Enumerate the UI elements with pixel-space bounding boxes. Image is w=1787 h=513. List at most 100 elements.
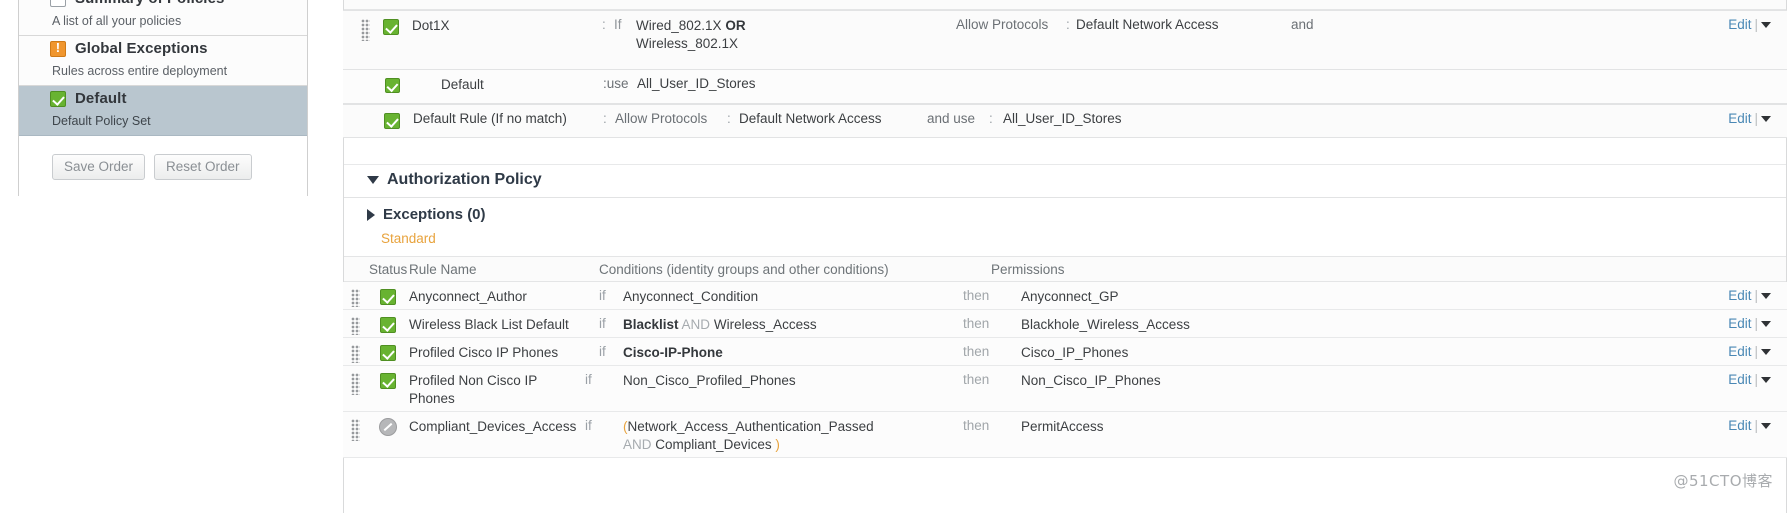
column-header-permissions: Permissions bbox=[991, 262, 1065, 277]
table-row[interactable]: Profiled Cisco IP Phones if Cisco-IP-Pho… bbox=[343, 338, 1787, 366]
then-label: then bbox=[963, 418, 990, 433]
table-row[interactable]: Wireless Black List Default if Blacklist… bbox=[343, 310, 1787, 338]
chevron-down-icon[interactable] bbox=[1761, 377, 1771, 383]
edit-link[interactable]: Edit bbox=[1728, 288, 1751, 303]
authorization-policy-header[interactable]: Authorization Policy bbox=[343, 164, 1787, 198]
enabled-check-icon[interactable] bbox=[380, 289, 396, 305]
allow-protocols-label: Allow Protocols bbox=[615, 111, 708, 126]
allow-protocols-value[interactable]: Default Network Access bbox=[1076, 11, 1291, 38]
enabled-check-icon[interactable] bbox=[380, 345, 396, 361]
then-label: then bbox=[963, 344, 990, 359]
table-row[interactable]: Profiled Non Cisco IP Phones if Non_Cisc… bbox=[343, 366, 1787, 412]
if-label: if bbox=[599, 288, 606, 303]
edit-link[interactable]: Edit bbox=[1728, 17, 1751, 32]
chevron-down-icon[interactable] bbox=[1761, 22, 1771, 28]
warning-icon[interactable] bbox=[50, 40, 66, 57]
column-header-status: Status bbox=[369, 262, 408, 277]
enabled-check-icon[interactable] bbox=[50, 90, 66, 107]
rule-name: Anyconnect_Author bbox=[409, 289, 527, 304]
triangle-right-icon[interactable] bbox=[367, 208, 375, 221]
condition-text: Wireless_Access bbox=[713, 317, 817, 332]
enabled-check-icon[interactable] bbox=[384, 113, 400, 129]
rule-condition[interactable]: Anyconnect_Condition bbox=[623, 282, 963, 309]
chevron-down-icon[interactable] bbox=[1761, 293, 1771, 299]
permission-value[interactable]: Non_Cisco_IP_Phones bbox=[1021, 366, 1787, 411]
condition-paren-close: ) bbox=[775, 437, 780, 452]
if-label: if bbox=[585, 418, 592, 433]
sidebar-item-default[interactable]: Default Default Policy Set bbox=[19, 86, 307, 136]
edit-link[interactable]: Edit bbox=[1728, 111, 1751, 126]
auth-rule-row-dot1x[interactable]: Dot1X : If Wired_802.1X OR Wireless_802.… bbox=[343, 10, 1787, 70]
order-button-group: Save Order Reset Order bbox=[19, 136, 307, 196]
allow-protocols-value[interactable]: Default Network Access bbox=[739, 105, 927, 132]
rule-status[interactable] bbox=[371, 105, 413, 129]
rule-status[interactable] bbox=[367, 412, 409, 457]
condition-text-2: Compliant_Devices bbox=[655, 437, 772, 452]
rule-condition[interactable]: Blacklist AND Wireless_Access bbox=[623, 310, 963, 337]
row-actions: Edit | bbox=[1728, 372, 1771, 387]
rule-condition[interactable]: Wired_802.1X OR Wireless_802.1X bbox=[636, 11, 956, 59]
reset-order-button[interactable]: Reset Order bbox=[154, 154, 252, 180]
rule-status[interactable] bbox=[367, 366, 409, 411]
rule-name: Profiled Cisco IP Phones bbox=[409, 345, 559, 360]
table-row[interactable]: Anyconnect_Author if Anyconnect_Conditio… bbox=[343, 282, 1787, 310]
rule-condition[interactable]: (Network_Access_Authentication_Passed AN… bbox=[623, 412, 963, 457]
enabled-check-icon[interactable] bbox=[383, 19, 399, 35]
enabled-check-icon[interactable] bbox=[380, 373, 396, 389]
drag-handle-icon[interactable] bbox=[350, 317, 360, 335]
condition-text: Non_Cisco_Profiled_Phones bbox=[623, 373, 796, 388]
chevron-down-icon[interactable] bbox=[1761, 349, 1771, 355]
enabled-check-icon[interactable] bbox=[384, 78, 400, 93]
permission-value[interactable]: Anyconnect_GP bbox=[1021, 282, 1787, 309]
condition-bold-text: Cisco-IP-Phone bbox=[623, 345, 723, 360]
row-actions: Edit | bbox=[1728, 418, 1771, 433]
permission-value[interactable]: Blackhole_Wireless_Access bbox=[1021, 310, 1787, 337]
rule-status[interactable] bbox=[371, 70, 413, 93]
disabled-icon[interactable] bbox=[379, 418, 397, 436]
edit-link[interactable]: Edit bbox=[1728, 344, 1751, 359]
save-order-button[interactable]: Save Order bbox=[52, 154, 146, 180]
condition-part-2: Wireless_802.1X bbox=[636, 36, 739, 51]
drag-handle-icon[interactable] bbox=[350, 345, 360, 363]
policy-set-subtitle: A list of all your policies bbox=[52, 14, 182, 28]
empty-checkbox-icon[interactable] bbox=[50, 0, 66, 7]
triangle-down-icon[interactable] bbox=[367, 176, 379, 184]
identity-store-value[interactable]: All_User_ID_Stores bbox=[1003, 105, 1122, 132]
column-header-conditions: Conditions (identity groups and other co… bbox=[599, 262, 889, 277]
rule-condition[interactable]: Non_Cisco_Profiled_Phones bbox=[623, 366, 963, 411]
rule-status[interactable] bbox=[367, 338, 409, 365]
permission-value[interactable]: Cisco_IP_Phones bbox=[1021, 338, 1787, 365]
section-title: Authorization Policy bbox=[387, 171, 542, 188]
row-actions: Edit | bbox=[1728, 17, 1771, 32]
rule-condition[interactable]: Cisco-IP-Phone bbox=[623, 338, 963, 365]
exceptions-toggle[interactable]: Exceptions (0) bbox=[343, 198, 1787, 225]
chevron-down-icon[interactable] bbox=[1761, 423, 1771, 429]
auth-rule-row-default[interactable]: Default Rule (If no match) : Allow Proto… bbox=[343, 104, 1787, 138]
auth-rule-row-default-identity[interactable]: Default :use All_User_ID_Stores bbox=[343, 70, 1787, 104]
enabled-check-icon[interactable] bbox=[380, 317, 396, 333]
chevron-down-icon[interactable] bbox=[1761, 321, 1771, 327]
edit-link[interactable]: Edit bbox=[1728, 418, 1751, 433]
sidebar-item-global-exceptions[interactable]: Global Exceptions Rules across entire de… bbox=[19, 36, 307, 86]
chevron-down-icon[interactable] bbox=[1761, 116, 1771, 122]
drag-handle-icon[interactable] bbox=[350, 419, 360, 441]
sidebar-item-summary-of-policies[interactable]: Summary of Policies A list of all your p… bbox=[19, 0, 307, 36]
rule-status[interactable] bbox=[370, 11, 412, 35]
then-label: then bbox=[963, 372, 990, 387]
identity-store-value[interactable]: All_User_ID_Stores bbox=[637, 70, 756, 97]
rule-status[interactable] bbox=[367, 310, 409, 337]
rule-status[interactable] bbox=[367, 282, 409, 309]
drag-handle-icon[interactable] bbox=[350, 373, 360, 395]
condition-operator-and: AND bbox=[681, 317, 711, 332]
rule-name: Default Rule (If no match) bbox=[413, 111, 567, 126]
permission-value[interactable]: PermitAccess bbox=[1021, 412, 1787, 457]
edit-link[interactable]: Edit bbox=[1728, 372, 1751, 387]
rule-name: Wireless Black List Default bbox=[409, 317, 569, 332]
watermark: @51CTO博客 bbox=[1673, 472, 1773, 490]
policy-set-title-text: Default bbox=[75, 90, 127, 107]
ise-policy-sets-screen: Summary of Policies A list of all your p… bbox=[0, 0, 1787, 513]
edit-link[interactable]: Edit bbox=[1728, 316, 1751, 331]
table-row[interactable]: Compliant_Devices_Access if (Network_Acc… bbox=[343, 412, 1787, 458]
drag-handle-icon[interactable] bbox=[350, 289, 360, 307]
drag-handle-icon[interactable] bbox=[361, 19, 370, 41]
